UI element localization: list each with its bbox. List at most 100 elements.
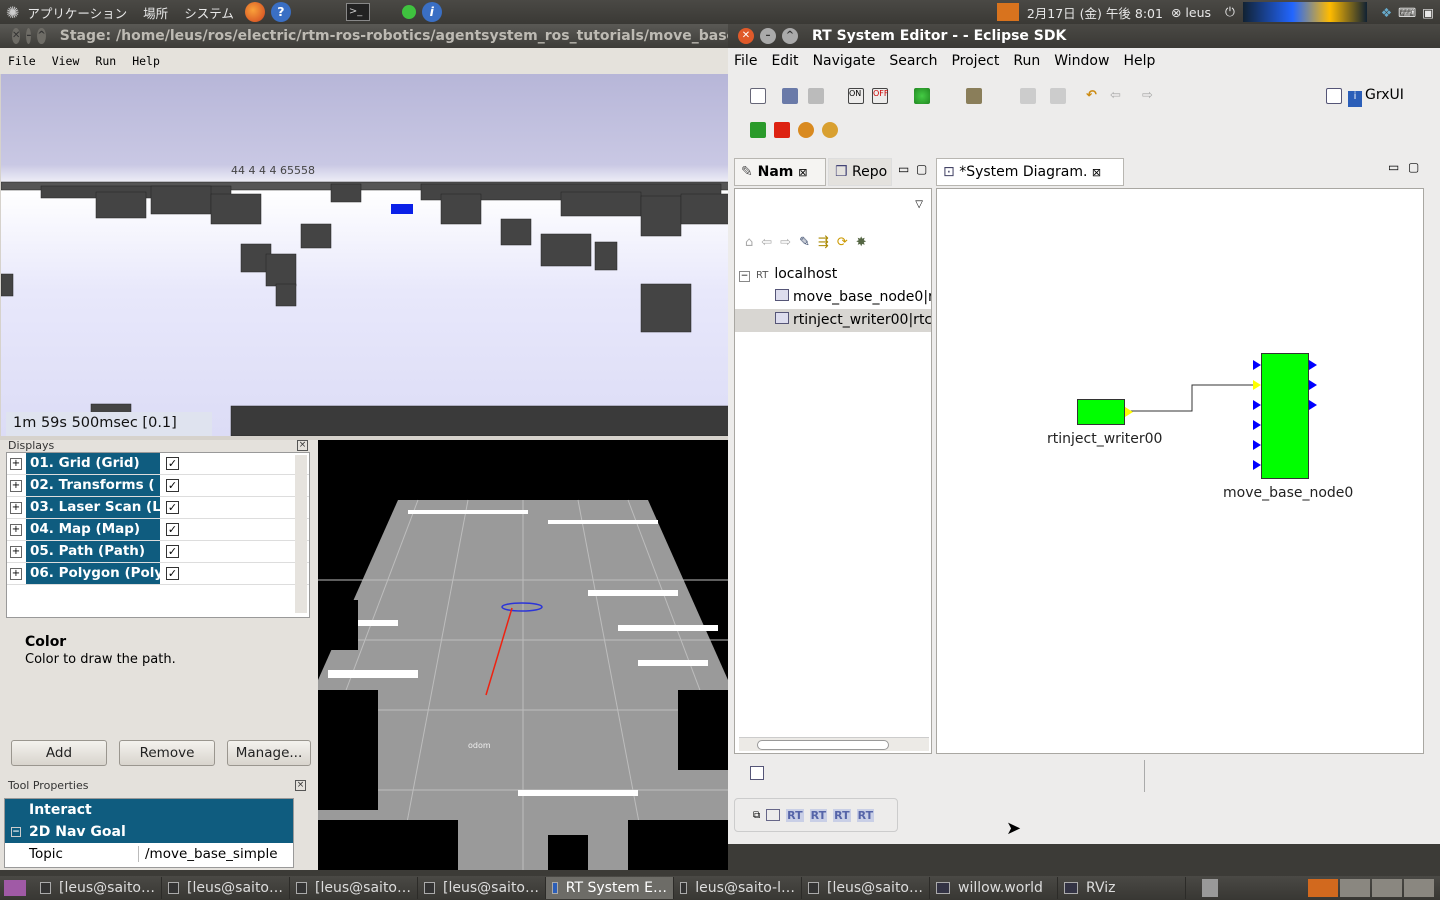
display-enabled-checkbox[interactable]: ✓: [166, 567, 179, 580]
power-icon[interactable]: ⏻: [1225, 4, 1235, 20]
start-all-icon[interactable]: [798, 122, 814, 138]
activate-icon[interactable]: [750, 122, 766, 138]
stage-titlebar[interactable]: ✕ – ^ Stage: /home/leus/ros/electric/rtm…: [0, 24, 730, 48]
back-icon[interactable]: ⇦: [1110, 88, 1126, 104]
restore-icon[interactable]: ⧉: [753, 810, 760, 821]
display-name[interactable]: 05. Path (Path): [26, 541, 160, 562]
remove-display-button[interactable]: Remove: [119, 740, 215, 766]
ubuntu-logo-icon[interactable]: ✺: [6, 3, 19, 22]
maximize-view-icon[interactable]: ▢: [1408, 160, 1419, 174]
rviz-3d-view[interactable]: odom: [318, 440, 728, 870]
task-terminal-2[interactable]: [leus@saito…: [162, 877, 290, 899]
stage-menu-help[interactable]: Help: [124, 54, 168, 68]
tab-system-diagram[interactable]: ⊡ *System Diagram. ⊠: [936, 158, 1124, 186]
task-terminal-6[interactable]: [leus@saito…: [802, 877, 930, 899]
terminal-icon[interactable]: >_: [345, 3, 370, 21]
task-terminal-5[interactable]: leus@saito-l…: [674, 877, 802, 899]
rtc-move-base[interactable]: [1261, 353, 1309, 479]
help-icon[interactable]: ?: [270, 2, 291, 22]
topic-value[interactable]: /move_base_simple: [139, 846, 278, 862]
next-annotation-icon[interactable]: [1020, 88, 1036, 104]
print-icon[interactable]: [808, 88, 824, 104]
displays-scrollbar[interactable]: [295, 455, 307, 613]
last-edit-icon[interactable]: ↶: [1086, 88, 1102, 104]
close-icon[interactable]: ✕: [12, 28, 21, 44]
expand-icon[interactable]: +: [10, 567, 22, 580]
trash-icon[interactable]: [1202, 879, 1218, 897]
horizontal-scrollbar[interactable]: [739, 737, 929, 751]
stage-3d-view[interactable]: 44 4 4 4 65558 1m 59s 500msec [0.1]: [1, 74, 729, 436]
task-terminal-1[interactable]: [leus@saito…: [34, 877, 162, 899]
display-enabled-checkbox[interactable]: ✓: [166, 523, 179, 536]
home-icon[interactable]: ⌂: [745, 235, 753, 253]
network-icon[interactable]: [401, 5, 416, 19]
task-terminal-4[interactable]: [leus@saito…: [418, 877, 546, 899]
add-display-button[interactable]: Add: [11, 740, 107, 766]
open-perspective-icon[interactable]: [1326, 88, 1342, 104]
add-name-server-icon[interactable]: ✎: [799, 235, 810, 253]
tab-repository-view[interactable]: ❒ Repo: [828, 158, 892, 186]
save-icon[interactable]: [782, 88, 798, 104]
workspace-3[interactable]: [1372, 879, 1402, 897]
folder-icon[interactable]: [996, 3, 1019, 21]
display-row[interactable]: +02. Transforms ( ✓: [7, 475, 309, 497]
tool-row-interact[interactable]: Interact: [5, 799, 293, 821]
back-icon[interactable]: ⇦: [761, 235, 772, 253]
expand-icon[interactable]: +: [10, 523, 22, 536]
task-rt-system-editor[interactable]: RT System E…: [546, 877, 674, 899]
inport-icon[interactable]: [1253, 420, 1261, 430]
menu-edit[interactable]: Edit: [765, 53, 806, 69]
collapse-icon[interactable]: −: [11, 827, 21, 837]
refresh-icon[interactable]: ⟳: [837, 235, 848, 253]
stage-menu-run[interactable]: Run: [87, 54, 124, 68]
display-name[interactable]: 02. Transforms (: [26, 475, 160, 496]
inport-icon[interactable]: [1253, 360, 1261, 370]
keyboard-icon[interactable]: ⌨: [1398, 5, 1416, 20]
task-stage-world[interactable]: willow.world: [930, 877, 1058, 899]
task-rviz[interactable]: RViz: [1058, 877, 1186, 899]
outport-icon[interactable]: [1309, 360, 1317, 370]
tab-name-service-view[interactable]: ✎ Nam ⊠: [734, 158, 826, 186]
system-monitor-graph[interactable]: [1242, 2, 1367, 22]
menu-search[interactable]: Search: [883, 53, 945, 69]
workspace-1[interactable]: [1308, 879, 1338, 897]
display-name[interactable]: 01. Grid (Grid): [26, 453, 160, 474]
manage-displays-button[interactable]: Manage...: [227, 740, 311, 766]
stop-all-icon[interactable]: [822, 122, 838, 138]
tool-topic-row[interactable]: Topic/move_base_simple: [5, 843, 293, 865]
expand-icon[interactable]: +: [10, 479, 22, 492]
user-name[interactable]: leus: [1185, 5, 1211, 20]
task-terminal-3[interactable]: [leus@saito…: [290, 877, 418, 899]
rt-view-icon[interactable]: RT: [856, 808, 875, 822]
minimize-icon[interactable]: –: [26, 28, 32, 44]
info-icon[interactable]: i: [421, 2, 442, 22]
system-diagram-canvas[interactable]: rtinject_writer00 move_base_node0: [936, 188, 1424, 754]
display-name[interactable]: 03. Laser Scan (L: [26, 497, 160, 518]
workspace-2[interactable]: [1340, 879, 1370, 897]
maximize-view-icon[interactable]: ▢: [916, 162, 927, 176]
menu-navigate[interactable]: Navigate: [807, 53, 884, 69]
firefox-icon[interactable]: [244, 2, 265, 22]
view-menu-icon[interactable]: ▽: [915, 199, 923, 210]
rtc-rtinject-writer[interactable]: [1077, 399, 1125, 425]
display-row[interactable]: +05. Path (Path) ✓: [7, 541, 309, 563]
outport-icon[interactable]: [1309, 400, 1317, 410]
display-row[interactable]: +04. Map (Map) ✓: [7, 519, 309, 541]
display-enabled-checkbox[interactable]: ✓: [166, 457, 179, 470]
close-icon[interactable]: ⊠: [1092, 166, 1101, 179]
display-row[interactable]: +06. Polygon (Poly ✓: [7, 563, 309, 585]
display-row[interactable]: +01. Grid (Grid) ✓: [7, 453, 309, 475]
minimize-view-icon[interactable]: ▭: [1388, 160, 1399, 174]
dropbox-icon[interactable]: ❖: [1381, 5, 1392, 20]
menu-project[interactable]: Project: [945, 53, 1007, 69]
eclipse-titlebar[interactable]: ✕ – ^ RT System Editor - - Eclipse SDK: [728, 24, 1440, 48]
display-enabled-checkbox[interactable]: ✓: [166, 479, 179, 492]
menu-places[interactable]: 場所: [135, 3, 176, 22]
close-icon[interactable]: ⊠: [798, 166, 807, 179]
inport-icon[interactable]: [1253, 440, 1261, 450]
online-icon[interactable]: ON: [848, 88, 864, 104]
build-icon[interactable]: [966, 88, 982, 104]
collapse-icon[interactable]: −: [739, 271, 750, 282]
close-icon[interactable]: ×: [295, 780, 306, 791]
outport-icon[interactable]: [1309, 380, 1317, 390]
